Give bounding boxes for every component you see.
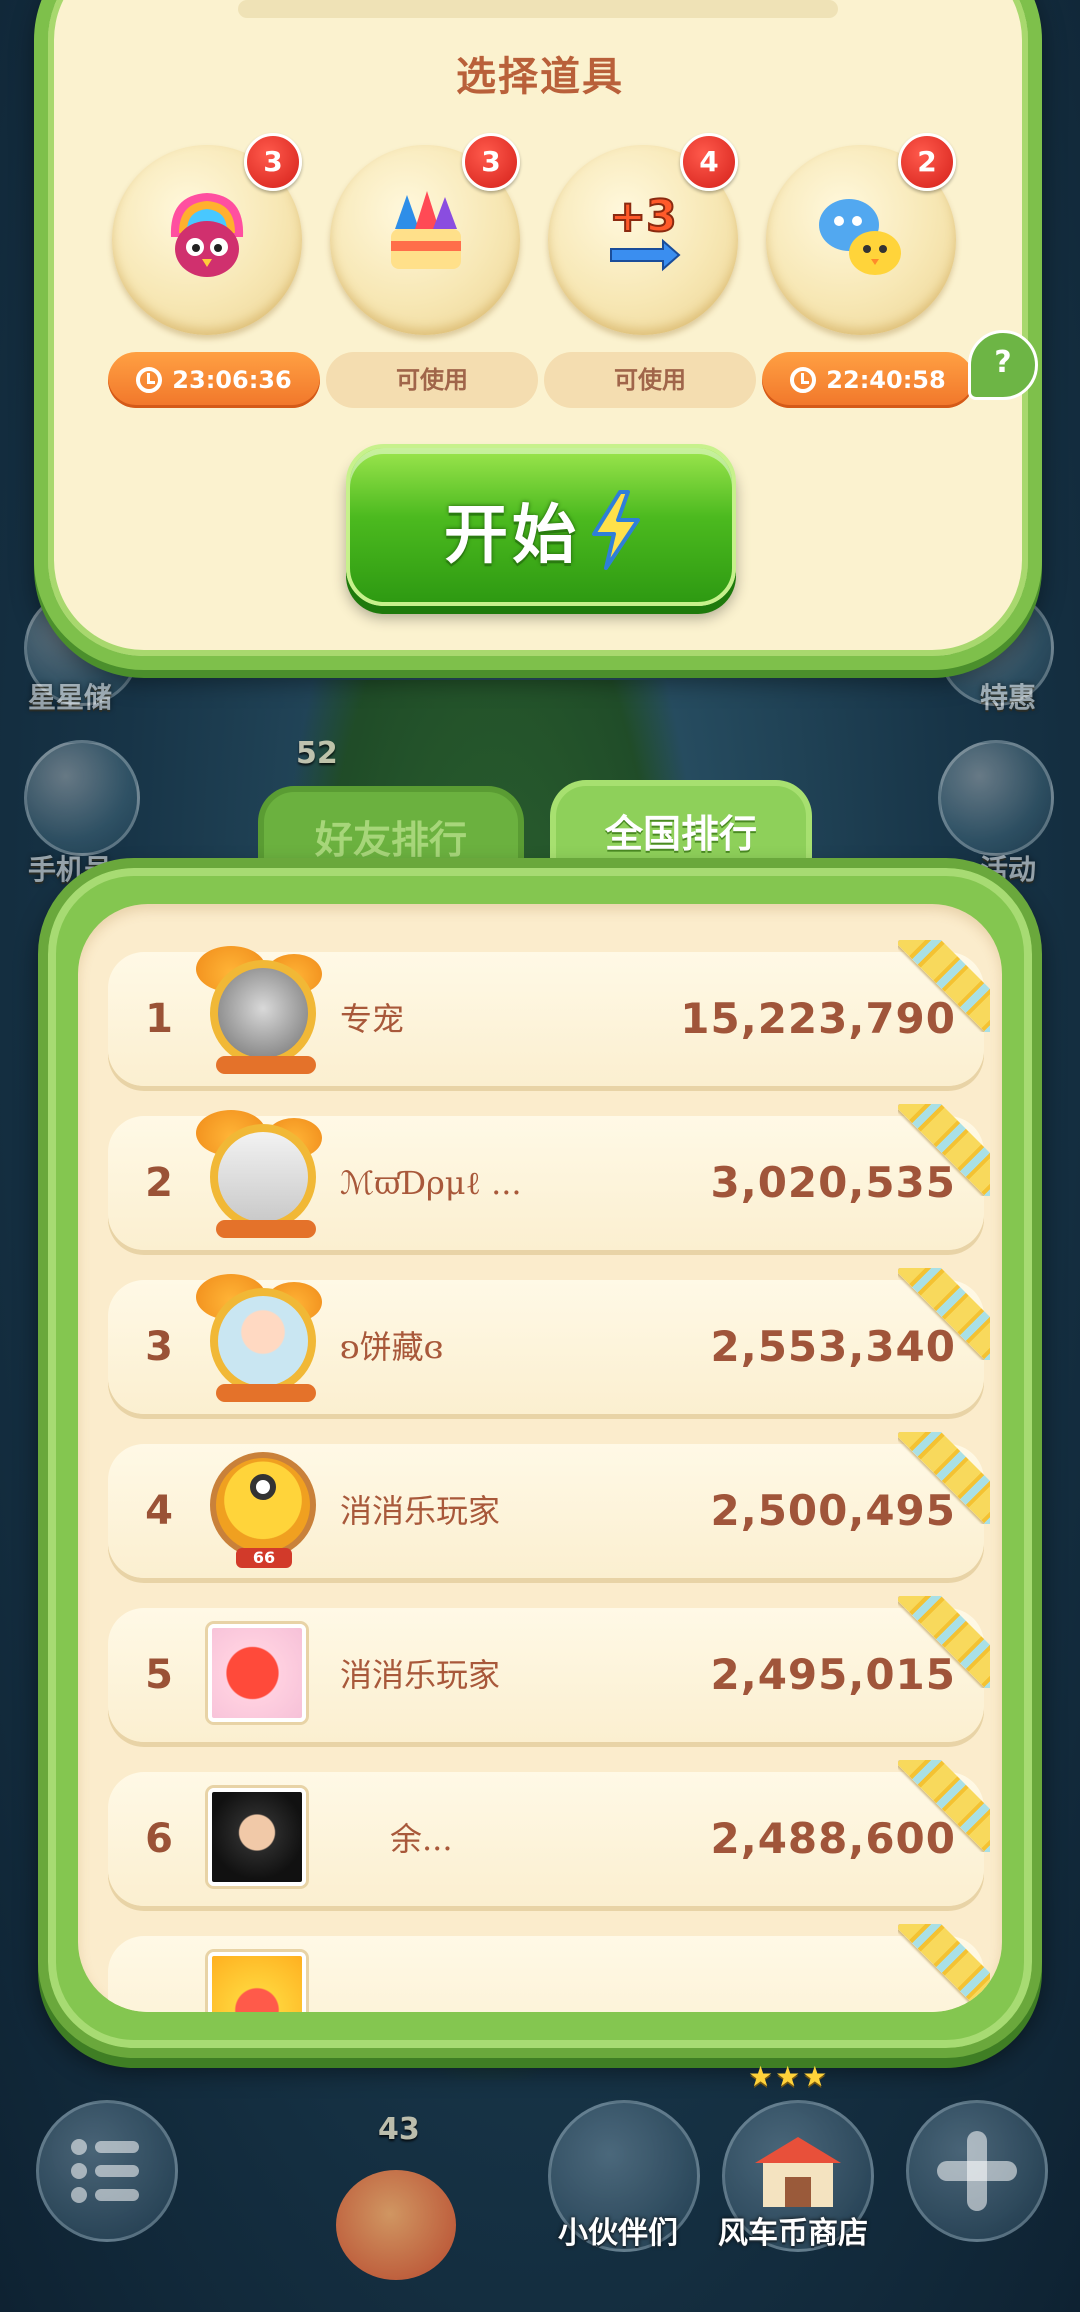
rank-number: 4 (145, 1488, 173, 1534)
ribbon-decoration (898, 940, 990, 1032)
phone-bubble[interactable] (24, 740, 140, 856)
rank-number: 1 (145, 996, 173, 1042)
ribbon-decoration (898, 1596, 990, 1688)
level-number-43: 43 (378, 2112, 420, 2147)
player-name: 余... (390, 1820, 453, 1858)
avatar[interactable] (196, 1274, 328, 1404)
rank-number: 6 (145, 1816, 173, 1862)
avatar-frame-base (216, 1384, 316, 1402)
item-timer-4: 22:40:58 (762, 352, 974, 408)
ribbon-decoration (898, 1268, 990, 1360)
avatar-photo (210, 1124, 316, 1230)
energy-bolt-icon (592, 490, 640, 570)
animal-swap-icon (819, 199, 901, 275)
ribbon-decoration (898, 1760, 990, 1852)
leaderboard-row[interactable]: 4 66 消消乐玩家 2,500,495 (108, 1444, 984, 1578)
item-firework-box[interactable]: 3 (330, 133, 520, 335)
add-button[interactable] (906, 2100, 1048, 2242)
ribbon-decoration (898, 1104, 990, 1196)
partners-label: 小伙伴们 (558, 2216, 678, 2251)
cyclops-eye-icon (250, 1474, 276, 1500)
ribbon-decoration (898, 1924, 990, 2012)
rainbow-bird-icon (170, 193, 244, 277)
level-number-52: 52 (296, 736, 338, 771)
event-bubble[interactable] (938, 740, 1054, 856)
leaderboard-row[interactable]: 1 专宠 15,223,790 (108, 946, 984, 1086)
avatar-photo (210, 1288, 316, 1394)
item-timer-1: 23:06:36 (108, 352, 320, 408)
player-name: ʚ饼藏ɞ (340, 1328, 444, 1366)
player-name: 专宠 (340, 1000, 405, 1038)
avatar[interactable] (196, 1110, 328, 1240)
avatar[interactable] (208, 1788, 306, 1886)
item-animal-swap[interactable]: 2 (766, 133, 956, 335)
timer-text: 22:40:58 (826, 366, 946, 394)
shop-label: 风车币商店 (718, 2216, 868, 2251)
avatar[interactable] (208, 1624, 306, 1722)
ribbon-decoration (898, 1432, 990, 1524)
avatar-photo (210, 1452, 316, 1558)
firework-box-icon (391, 191, 461, 269)
item-available-3: 可使用 (544, 352, 756, 408)
rank-number: 3 (145, 1324, 173, 1370)
list-icon (71, 2139, 139, 2203)
star-storage-label: 星星储 (28, 681, 113, 714)
player-name: ℳϖƊρμℓ ... (340, 1164, 522, 1202)
avatar-frame-base (216, 1056, 316, 1074)
avatar-frame-base (216, 1220, 316, 1238)
avatar-photo (210, 960, 316, 1066)
leaderboard-panel: 1 专宠 15,223,790 2 ℳϖƊρμℓ ... 3,020,535 3 (38, 858, 1042, 2058)
leaderboard-row[interactable]: 2 ℳϖƊρμℓ ... 3,020,535 (108, 1110, 984, 1250)
avatar[interactable]: 66 (196, 1444, 328, 1568)
avatar-level-badge: 66 (236, 1548, 292, 1568)
lantern-decoration (336, 2170, 456, 2280)
start-button[interactable]: 开始 (346, 444, 736, 606)
item-plus-three[interactable]: +3 4 (548, 133, 738, 335)
help-button[interactable]: ? (968, 330, 1038, 400)
plus-three-steps-icon: +3 (608, 190, 681, 272)
avatar[interactable] (196, 946, 328, 1076)
start-label: 开始 (444, 499, 580, 573)
item-available-2: 可使用 (326, 352, 538, 408)
player-name: 消消乐玩家 (340, 1656, 501, 1694)
item-rainbow-bird[interactable]: 3 (112, 133, 302, 335)
svg-text:+3: +3 (609, 191, 676, 242)
leaderboard-row[interactable]: 3 ʚ饼藏ɞ 2,553,340 (108, 1274, 984, 1414)
clock-icon (790, 367, 817, 393)
leaderboard-list[interactable]: 1 专宠 15,223,790 2 ℳϖƊρμℓ ... 3,020,535 3 (78, 904, 1002, 2012)
item-count-badge: 3 (462, 133, 520, 191)
plus-icon (937, 2131, 1017, 2211)
shop-rating-stars: ★★★ (748, 2060, 830, 2093)
clock-icon (136, 367, 163, 393)
player-name: 消消乐玩家 (340, 1492, 501, 1530)
rank-number: 5 (145, 1652, 173, 1698)
item-count-badge: 3 (244, 133, 302, 191)
leaderboard-row[interactable]: 6 余... 2,488,600 (108, 1772, 984, 1906)
menu-button[interactable] (36, 2100, 178, 2242)
timer-text: 23:06:36 (172, 366, 292, 394)
avatar[interactable] (208, 1952, 306, 2012)
special-offer-label: 特惠 (980, 681, 1037, 714)
leaderboard-row[interactable] (108, 1936, 984, 2012)
item-count-badge: 2 (898, 133, 956, 191)
item-count-badge: 4 (680, 133, 738, 191)
rank-number: 2 (145, 1160, 173, 1206)
item-select-title: 选择道具 (456, 54, 624, 100)
leaderboard-row[interactable]: 5 消消乐玩家 2,495,015 (108, 1608, 984, 1742)
